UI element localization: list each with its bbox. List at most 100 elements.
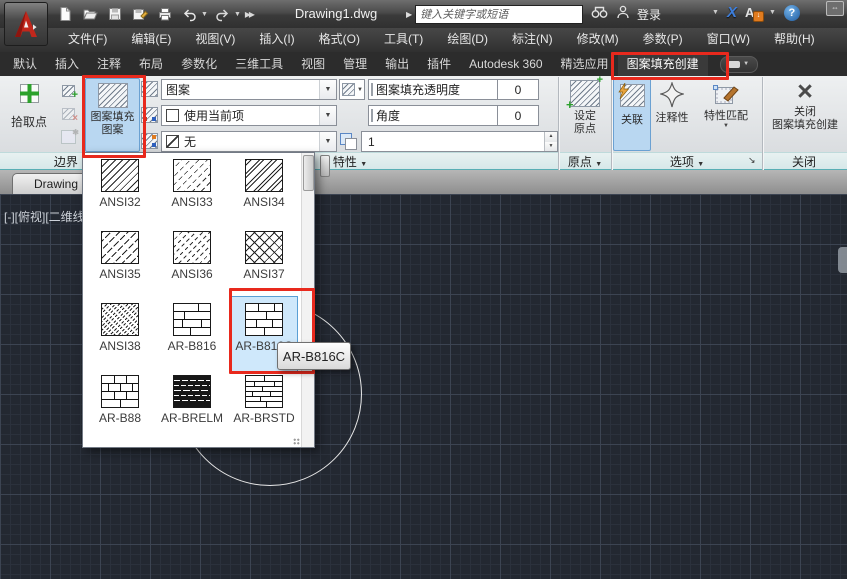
chevron-down-icon[interactable]: ▼ bbox=[319, 106, 336, 125]
new-file-icon[interactable] bbox=[54, 5, 75, 23]
associative-toggle-button[interactable]: 关联 bbox=[613, 78, 651, 151]
save-icon[interactable] bbox=[104, 5, 125, 23]
remove-boundary-objects-button[interactable]: × bbox=[57, 103, 79, 124]
set-origin-icon: + + bbox=[570, 80, 600, 107]
angle-slider[interactable]: 角度 bbox=[368, 105, 498, 126]
background-color-value: 无 bbox=[184, 133, 196, 150]
menu-dimension[interactable]: 标注(N) bbox=[500, 28, 565, 51]
hatch-type-combo[interactable]: 图案 ▼ bbox=[161, 79, 337, 100]
menu-window[interactable]: 窗口(W) bbox=[695, 28, 762, 51]
transparency-slider-knob[interactable] bbox=[320, 155, 330, 177]
gallery-item-ar-b88[interactable]: AR-B88 bbox=[87, 375, 153, 441]
user-icon[interactable] bbox=[615, 4, 631, 25]
panel-options[interactable]: 选项 ▼ bbox=[670, 153, 704, 170]
signin-dropdown-icon[interactable]: ▼ bbox=[712, 9, 719, 16]
associative-icon bbox=[620, 84, 645, 107]
gallery-item-ar-b816[interactable]: AR-B816 bbox=[159, 303, 225, 369]
gallery-item-ansi34[interactable]: ANSI34 bbox=[231, 159, 297, 225]
tab-featured-apps[interactable]: 精选应用 bbox=[552, 52, 618, 76]
autocad-window: ▼ ▼ ▸▸ Drawing1.dwg ▶ 登录 ▼ X A↓ ▼ ? bbox=[0, 0, 847, 579]
tab-manage[interactable]: 管理 bbox=[334, 52, 376, 76]
menu-draw[interactable]: 绘图(D) bbox=[435, 28, 500, 51]
open-file-icon[interactable] bbox=[79, 5, 100, 23]
gallery-item-ansi38[interactable]: ANSI38 bbox=[87, 303, 153, 369]
chevron-down-icon[interactable]: ▼ bbox=[319, 132, 336, 151]
menu-edit[interactable]: 编辑(E) bbox=[119, 28, 183, 51]
gallery-item-ansi33[interactable]: ANSI33 bbox=[159, 159, 225, 225]
tab-insert[interactable]: 插入 bbox=[46, 52, 88, 76]
search-binoculars-icon[interactable] bbox=[590, 4, 609, 25]
gallery-scrollbar-thumb[interactable] bbox=[303, 155, 314, 191]
autocad-logo-icon bbox=[9, 7, 43, 41]
transparency-slider[interactable]: 图案填充透明度 bbox=[368, 79, 498, 100]
autodesk-360-icon[interactable]: X bbox=[727, 4, 737, 21]
match-properties-label: 特性匹配 bbox=[704, 110, 748, 123]
undo-icon[interactable] bbox=[179, 5, 200, 23]
close-hatch-creation-button[interactable]: × 关闭 图案填充创建 bbox=[766, 78, 844, 149]
sign-in-label[interactable]: 登录 bbox=[637, 6, 661, 23]
tab-plugins[interactable]: 插件 bbox=[418, 52, 460, 76]
search-input[interactable] bbox=[415, 5, 583, 24]
menu-modify[interactable]: 修改(M) bbox=[565, 28, 631, 51]
navigation-bar-partial[interactable] bbox=[838, 247, 847, 273]
pattern-swatch-diagonal-double bbox=[245, 159, 283, 192]
tab-annotate[interactable]: 注释 bbox=[88, 52, 130, 76]
save-as-icon[interactable] bbox=[129, 5, 150, 23]
infocenter-toggle-icon[interactable]: ⇔ bbox=[826, 1, 844, 16]
plot-icon[interactable] bbox=[154, 5, 175, 23]
chevron-down-icon[interactable]: ▼ bbox=[319, 80, 336, 99]
tab-layout[interactable]: 布局 bbox=[130, 52, 172, 76]
gallery-item-ansi36[interactable]: ANSI36 bbox=[159, 231, 225, 297]
background-color-combo[interactable]: 无 ▼ bbox=[161, 131, 337, 152]
gallery-item-ansi32[interactable]: ANSI32 bbox=[87, 159, 153, 225]
menu-insert[interactable]: 插入(I) bbox=[247, 28, 306, 51]
angle-value-box[interactable]: 0 bbox=[497, 105, 539, 126]
tab-autodesk-360[interactable]: Autodesk 360 bbox=[460, 52, 551, 76]
gallery-resize-grip[interactable] bbox=[293, 438, 300, 445]
gallery-item-label: AR-BRELM bbox=[161, 411, 223, 425]
tab-home[interactable]: 默认 bbox=[4, 52, 46, 76]
match-properties-button[interactable]: 特性匹配 ▼ bbox=[695, 78, 757, 149]
pattern-swatch-brick bbox=[173, 303, 211, 336]
menu-help[interactable]: 帮助(H) bbox=[762, 28, 827, 51]
annotative-button[interactable]: 注释性 bbox=[651, 78, 693, 149]
gallery-item-label: ANSI34 bbox=[243, 195, 284, 209]
gallery-item-label: ANSI36 bbox=[171, 267, 212, 281]
select-boundary-objects-button[interactable]: + bbox=[57, 80, 79, 101]
menu-file[interactable]: 文件(F) bbox=[56, 28, 119, 51]
exchange-apps-icon[interactable]: A↓ bbox=[745, 5, 761, 20]
transparency-display-button[interactable]: ▼ bbox=[339, 79, 365, 100]
menu-tools[interactable]: 工具(T) bbox=[372, 28, 435, 51]
pick-points-button[interactable]: 拾取点 bbox=[5, 80, 53, 150]
pattern-swatch-brick-dense bbox=[173, 375, 211, 408]
tab-parametric[interactable]: 参数化 bbox=[172, 52, 226, 76]
gallery-item-ar-brelm[interactable]: AR-BRELM bbox=[159, 375, 225, 441]
dialog-launcher-icon[interactable]: ↘ bbox=[748, 155, 756, 166]
chevron-down-icon[interactable]: ▼ bbox=[723, 123, 729, 129]
tab-output[interactable]: 输出 bbox=[376, 52, 418, 76]
menu-format[interactable]: 格式(O) bbox=[307, 28, 372, 51]
spinner-arrows[interactable]: ▲▼ bbox=[544, 132, 557, 151]
tab-3d-tools[interactable]: 三维工具 bbox=[226, 52, 292, 76]
redo-icon[interactable] bbox=[212, 5, 233, 23]
help-icon[interactable]: ? bbox=[784, 5, 800, 21]
hatch-color-combo[interactable]: 使用当前项 ▼ bbox=[161, 105, 337, 126]
set-origin-button[interactable]: + + 设定 原点 bbox=[562, 80, 608, 148]
redo-dropdown-icon[interactable]: ▼ bbox=[234, 11, 241, 18]
gallery-item-ansi35[interactable]: ANSI35 bbox=[87, 231, 153, 297]
hatch-scale-spinner[interactable]: 1 ▲▼ bbox=[361, 131, 558, 152]
undo-dropdown-icon[interactable]: ▼ bbox=[201, 11, 208, 18]
gallery-item-ar-brstd[interactable]: AR-BRSTD bbox=[231, 375, 297, 441]
tab-view[interactable]: 视图 bbox=[292, 52, 334, 76]
panel-properties[interactable]: 特性 ▼ bbox=[333, 153, 367, 170]
recreate-boundary-button[interactable]: ✱ bbox=[57, 126, 79, 147]
panel-origin[interactable]: 原点 ▼ bbox=[568, 153, 602, 170]
menu-view[interactable]: 视图(V) bbox=[183, 28, 247, 51]
transparency-value-box[interactable]: 0 bbox=[497, 79, 539, 100]
exchange-dropdown-icon[interactable]: ▼ bbox=[769, 9, 776, 16]
viewport-controls[interactable]: [-][俯视][二维线框] bbox=[4, 208, 82, 225]
search-expand-icon[interactable]: ▶ bbox=[406, 10, 412, 19]
menu-parametric[interactable]: 参数(P) bbox=[631, 28, 695, 51]
pattern-swatch-brick-square bbox=[101, 375, 139, 408]
application-menu-button[interactable] bbox=[4, 2, 48, 46]
